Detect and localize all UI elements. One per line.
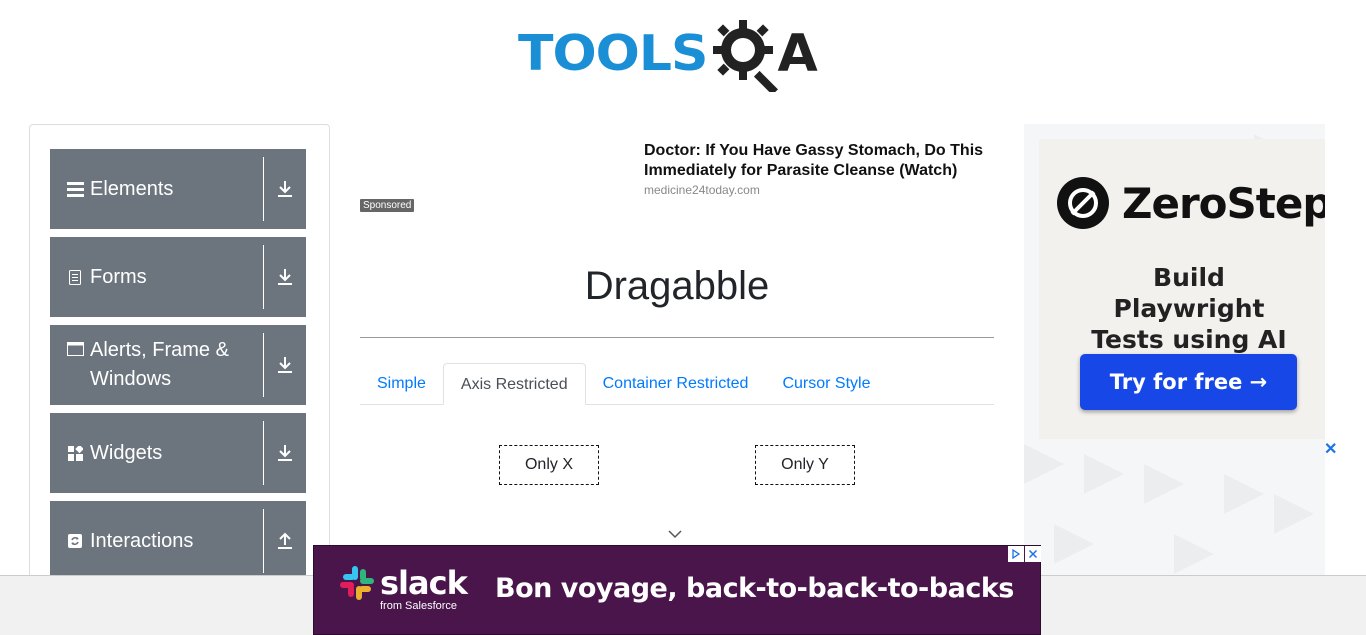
- slack-headline: Bon voyage, back-to-back-to-backs: [495, 573, 1014, 604]
- slack-logo-icon: [340, 566, 374, 600]
- widgets-icon: [66, 445, 84, 461]
- sidebar-group-interactions[interactable]: Interactions: [50, 501, 306, 581]
- refresh-icon: [66, 534, 84, 548]
- sidebar-group-forms[interactable]: Forms: [50, 237, 306, 317]
- tab-cursor-style[interactable]: Cursor Style: [765, 363, 887, 405]
- upload-icon[interactable]: [264, 501, 306, 581]
- sidebar-group-label: Forms: [90, 265, 147, 288]
- try-for-free-button[interactable]: Try for free →: [1080, 354, 1297, 410]
- adchoices-icon[interactable]: [1008, 546, 1024, 562]
- title-divider: [360, 337, 994, 338]
- logo-text: TOOLS: [518, 25, 708, 83]
- tab-bar: Simple Axis Restricted Container Restric…: [360, 363, 994, 405]
- sidebar-group-header: Alerts, Frame & Windows: [50, 333, 264, 397]
- zerostep-name: ZeroStep: [1122, 178, 1325, 228]
- logo-accent: A: [777, 24, 818, 84]
- slack-from-salesforce: from Salesforce: [380, 600, 458, 612]
- zerostep-subtitle: Build Playwright Tests using AI: [1091, 263, 1287, 354]
- download-icon[interactable]: [264, 237, 306, 317]
- draggable-only-y[interactable]: Only Y: [755, 445, 855, 485]
- list-icon: [66, 181, 84, 197]
- sidebar-group-elements[interactable]: Elements: [50, 149, 306, 229]
- tab-simple[interactable]: Simple: [360, 363, 443, 405]
- sidebar-group-label: Widgets: [90, 441, 163, 464]
- download-icon[interactable]: [264, 413, 306, 493]
- draggable-only-x[interactable]: Only X: [499, 445, 599, 485]
- sidebar-group-label: Elements: [90, 177, 174, 200]
- download-icon[interactable]: [264, 149, 306, 229]
- right-ad[interactable]: ZeroStep Build Playwright Tests using AI…: [1024, 124, 1325, 584]
- slack-logo: slack: [340, 564, 468, 602]
- zerostep-card[interactable]: ZeroStep Build Playwright Tests using AI…: [1039, 139, 1325, 439]
- chevron-down-icon[interactable]: [667, 526, 683, 544]
- sidebar-group-header: Elements: [50, 157, 264, 221]
- download-icon[interactable]: [264, 325, 306, 405]
- zerostep-brand: ZeroStep: [1056, 176, 1325, 230]
- sponsored-headline[interactable]: Doctor: If You Have Gassy Stomach, Do Th…: [644, 141, 1030, 181]
- sponsored-badge: Sponsored: [360, 199, 415, 212]
- tab-axis-restricted[interactable]: Axis Restricted: [442, 363, 586, 405]
- sponsored-domain[interactable]: medicine24today.com: [644, 183, 760, 197]
- close-icon[interactable]: ✕: [1324, 439, 1337, 459]
- slack-ad[interactable]: slack from Salesforce Bon voyage, back-t…: [313, 545, 1041, 635]
- sidebar-group-header: Interactions: [50, 509, 264, 573]
- page-title: Dragabble: [584, 264, 770, 308]
- slack-wordmark: slack: [380, 564, 468, 602]
- ad-close-icon[interactable]: [1025, 546, 1041, 562]
- page: TOOLS A Elements Forms Alerts, Frame & W…: [0, 0, 1366, 635]
- zerostep-logo-icon: [1057, 177, 1109, 229]
- window-icon: [66, 342, 84, 356]
- sidebar-group-label: Alerts, Frame & Windows: [90, 339, 229, 390]
- tab-container-restricted[interactable]: Container Restricted: [586, 363, 766, 405]
- sidebar-group-header: Forms: [50, 245, 264, 309]
- sidebar-group-alerts[interactable]: Alerts, Frame & Windows: [50, 325, 306, 405]
- gear-magnifier-icon: [713, 20, 779, 92]
- sidebar: Elements Forms Alerts, Frame & Windows W…: [29, 124, 330, 635]
- sidebar-group-header: Widgets: [50, 421, 264, 485]
- toolsqa-logo[interactable]: TOOLS A: [518, 16, 840, 92]
- document-icon: [66, 269, 84, 285]
- sidebar-group-widgets[interactable]: Widgets: [50, 413, 306, 493]
- sidebar-group-label: Interactions: [90, 529, 194, 552]
